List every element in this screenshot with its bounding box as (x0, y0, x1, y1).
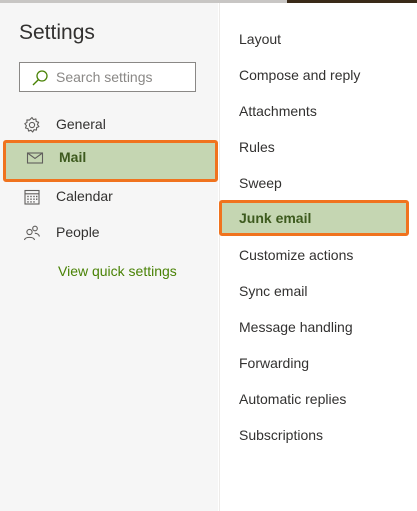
nav-item-people[interactable]: People (0, 215, 218, 251)
mail-setting-sync-email[interactable]: Sync email (239, 283, 307, 299)
mail-setting-sweep[interactable]: Sweep (239, 175, 282, 191)
view-quick-settings-link[interactable]: View quick settings (58, 263, 177, 279)
mail-icon (26, 152, 44, 164)
mail-setting-forwarding[interactable]: Forwarding (239, 355, 309, 371)
search-input[interactable] (56, 68, 186, 86)
mail-setting-rules[interactable]: Rules (239, 139, 275, 155)
nav-item-label: Mail (59, 149, 87, 165)
settings-title: Settings (19, 21, 95, 44)
mail-setting-subscriptions[interactable]: Subscriptions (239, 427, 323, 443)
mail-setting-customize-actions[interactable]: Customize actions (239, 247, 353, 263)
mail-setting-attachments[interactable]: Attachments (239, 103, 317, 119)
nav-item-label: General (56, 116, 106, 132)
nav-item-label: Calendar (56, 188, 113, 204)
calendar-icon (24, 189, 40, 205)
nav-item-mail[interactable]: Mail (3, 140, 218, 182)
nav-item-general[interactable]: General (0, 107, 218, 143)
mail-setting-junk-email[interactable]: Junk email (219, 200, 409, 236)
people-icon (23, 225, 40, 241)
search-icon (32, 70, 48, 86)
mail-setting-compose-and-reply[interactable]: Compose and reply (239, 67, 360, 83)
nav-item-calendar[interactable]: Calendar (0, 179, 218, 215)
nav-item-label: People (56, 224, 100, 240)
search-box[interactable] (19, 62, 196, 92)
mail-setting-message-handling[interactable]: Message handling (239, 319, 353, 335)
mail-setting-layout[interactable]: Layout (239, 31, 281, 47)
mail-setting-label: Junk email (239, 210, 312, 226)
mail-setting-automatic-replies[interactable]: Automatic replies (239, 391, 346, 407)
gear-icon (24, 116, 40, 133)
